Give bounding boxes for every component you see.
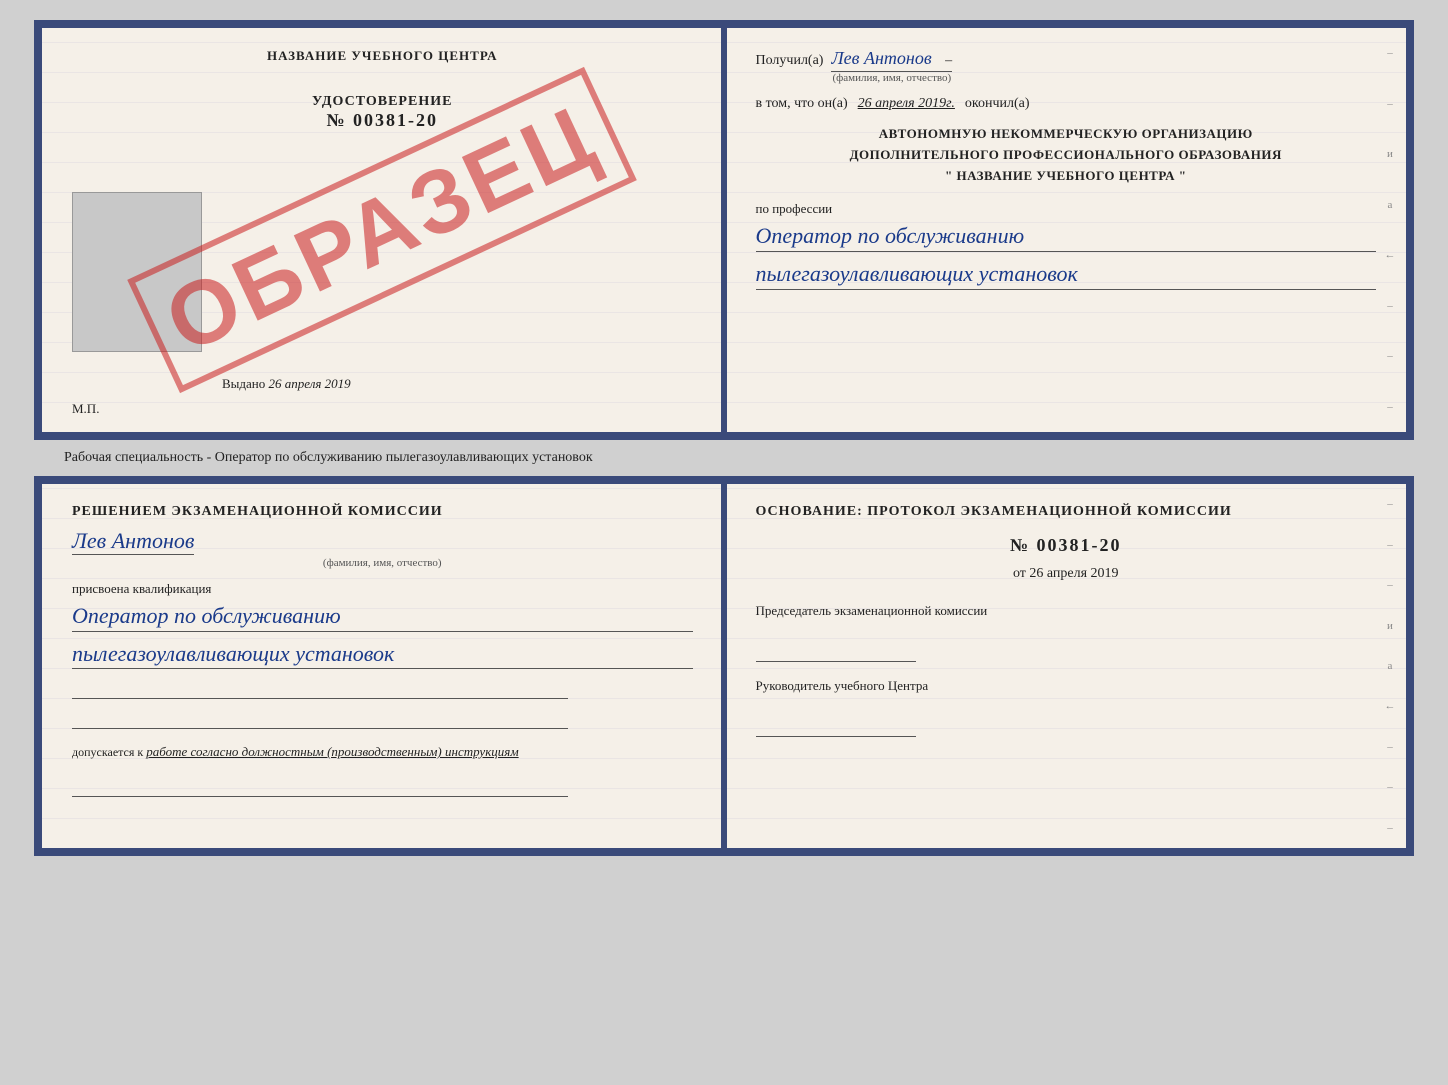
- date-prefix: в том, что он(а): [756, 96, 848, 112]
- org-line2: ДОПОЛНИТЕЛЬНОГО ПРОФЕССИОНАЛЬНОГО ОБРАЗО…: [756, 145, 1377, 166]
- qual-person-name: Лев Антонов: [72, 528, 194, 555]
- received-name: Лев Антонов: [831, 48, 931, 68]
- qual-line1: Оператор по обслуживанию: [72, 602, 693, 632]
- date-suffix: окончил(а): [965, 96, 1030, 112]
- allowed-label: допускается к работе согласно должностны…: [72, 744, 693, 760]
- date-line: в том, что он(а) 26 апреля 2019г. окончи…: [756, 96, 1377, 112]
- chairman-block: Председатель экзаменационной комиссии: [756, 602, 1377, 662]
- cert-number: № 00381-20: [72, 110, 693, 131]
- allowed-prefix: допускается к: [72, 745, 143, 759]
- right-side-marks: – – и а ← – – –: [1380, 28, 1400, 432]
- chairman-label: Председатель экзаменационной комиссии: [756, 602, 1377, 620]
- qual-left-page: Решением экзаменационной комиссии Лев Ан…: [42, 484, 726, 848]
- certificate-book: НАЗВАНИЕ УЧЕБНОГО ЦЕНТРА УДОСТОВЕРЕНИЕ №…: [34, 20, 1414, 440]
- protocol-num: № 00381-20: [756, 535, 1377, 556]
- cert-photo-placeholder: [72, 192, 202, 352]
- blank-line-1: [72, 677, 568, 699]
- received-name-block: Лев Антонов – (фамилия, имя, отчество): [831, 48, 952, 84]
- qual-right-page: Основание: протокол экзаменационной коми…: [726, 484, 1407, 848]
- middle-label: Рабочая специальность - Оператор по обсл…: [34, 440, 1414, 476]
- protocol-date-value: 26 апреля 2019: [1029, 566, 1118, 581]
- qual-line2: пылегазоулавливающих установок: [72, 640, 693, 670]
- protocol-date-prefix: от: [1013, 566, 1026, 581]
- cert-issued-date: 26 апреля 2019: [269, 376, 351, 391]
- qual-person-subtitle: (фамилия, имя, отчество): [72, 557, 693, 569]
- cert-issued-block: Выдано 26 апреля 2019: [222, 376, 351, 392]
- cert-issued-label: Выдано: [222, 376, 265, 391]
- org-line1: АВТОНОМНУЮ НЕКОММЕРЧЕСКУЮ ОРГАНИЗАЦИЮ: [756, 124, 1377, 145]
- cert-doc-label: УДОСТОВЕРЕНИЕ: [72, 94, 693, 110]
- basis-label: Основание: протокол экзаменационной коми…: [756, 504, 1377, 520]
- org-block: АВТОНОМНУЮ НЕКОММЕРЧЕСКУЮ ОРГАНИЗАЦИЮ ДО…: [756, 124, 1377, 186]
- chairman-sig-line: [756, 640, 916, 662]
- allowed-value: работе согласно должностным (производств…: [146, 744, 518, 759]
- cert-right-page: Получил(а) Лев Антонов – (фамилия, имя, …: [726, 28, 1407, 432]
- qual-right-side-marks: – – – и а ← – – –: [1380, 484, 1400, 848]
- assigned-label: присвоена квалификация: [72, 581, 693, 597]
- cert-left-page: НАЗВАНИЕ УЧЕБНОГО ЦЕНТРА УДОСТОВЕРЕНИЕ №…: [42, 28, 726, 432]
- blank-line-3: [72, 775, 568, 797]
- profession-label: по профессии: [756, 201, 1377, 217]
- director-sig-line: [756, 715, 916, 737]
- org-line3: " НАЗВАНИЕ УЧЕБНОГО ЦЕНТРА ": [756, 166, 1377, 187]
- received-dash: –: [945, 53, 952, 68]
- director-block: Руководитель учебного Центра: [756, 677, 1377, 737]
- decision-label: Решением экзаменационной комиссии: [72, 504, 693, 520]
- qual-person-block: Лев Антонов (фамилия, имя, отчество): [72, 528, 693, 569]
- blank-line-2: [72, 707, 568, 729]
- cert-mp-label: М.П.: [72, 401, 99, 417]
- received-line: Получил(а) Лев Антонов – (фамилия, имя, …: [756, 48, 1377, 84]
- date-value: 26 апреля 2019г.: [858, 96, 955, 112]
- profession-line2: пылегазоулавливающих установок: [756, 260, 1377, 290]
- profession-line1: Оператор по обслуживанию: [756, 222, 1377, 252]
- protocol-date: от 26 апреля 2019: [756, 566, 1377, 582]
- received-prefix: Получил(а): [756, 53, 824, 69]
- received-subtitle: (фамилия, имя, отчество): [831, 71, 952, 84]
- qualification-book: Решением экзаменационной комиссии Лев Ан…: [34, 476, 1414, 856]
- cert-school-title: НАЗВАНИЕ УЧЕБНОГО ЦЕНТРА: [72, 48, 693, 64]
- cert-number-block: УДОСТОВЕРЕНИЕ № 00381-20: [72, 94, 693, 131]
- director-label: Руководитель учебного Центра: [756, 677, 1377, 695]
